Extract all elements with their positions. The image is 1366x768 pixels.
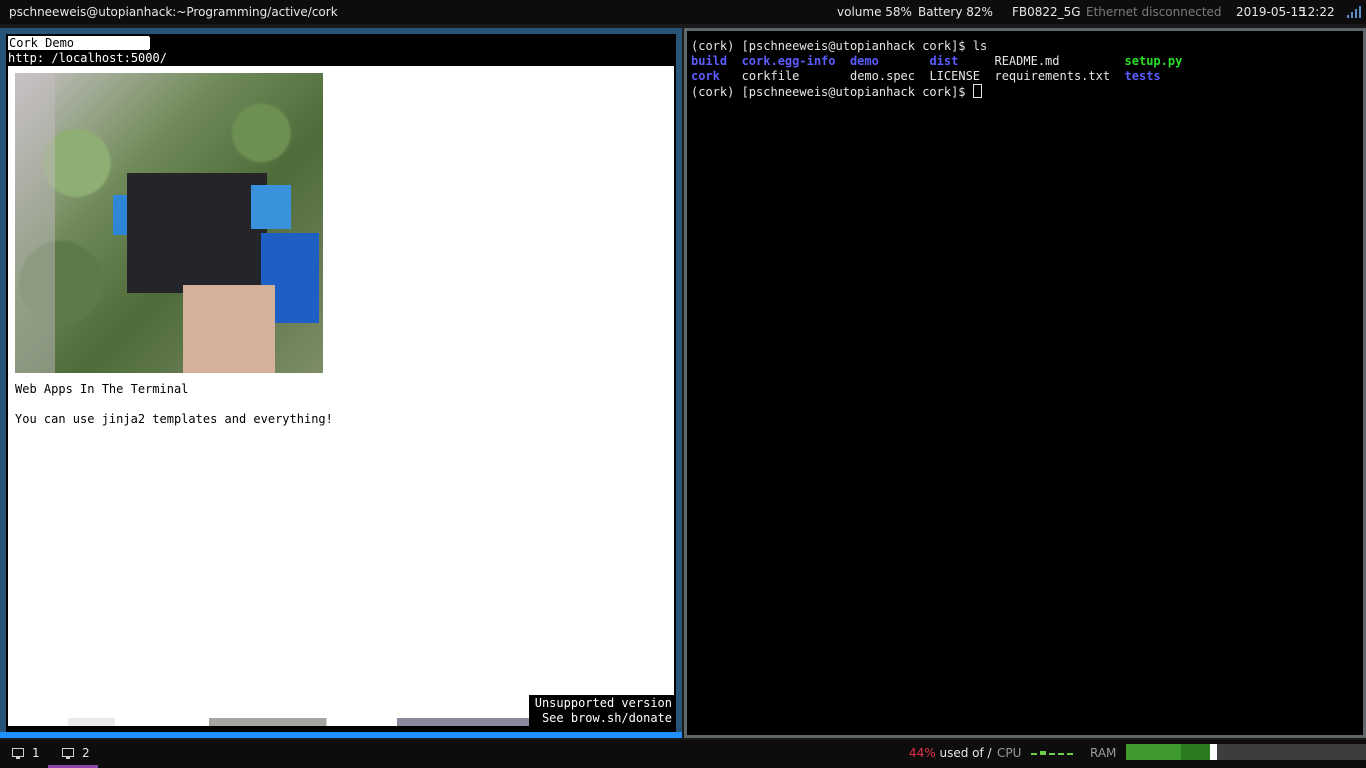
tab-cursor — [149, 37, 150, 49]
ls-row-2: cork corkfile demo.spec LICENSE requirem… — [691, 69, 1161, 84]
volume-status[interactable]: volume 58% — [837, 5, 912, 19]
unsupported-notice: Unsupported version See brow.sh/donate — [528, 695, 674, 726]
notice-line-1: Unsupported version — [534, 696, 672, 710]
ls-entry: dist — [929, 54, 959, 68]
disk-label: used of / — [935, 746, 992, 760]
ethernet-status: Ethernet disconnected — [1086, 5, 1222, 19]
terminal-line-1: (cork) [pschneeweis@utopianhack cork]$ l… — [691, 39, 987, 54]
disk-usage: 44% used of / — [909, 745, 992, 761]
desktop-icon — [12, 748, 24, 759]
ls-entry: cork — [691, 69, 720, 83]
page-viewport[interactable]: Web Apps In The Terminal You can use jin… — [8, 66, 674, 726]
image-strip — [68, 718, 538, 726]
ls-entry: cork.egg-info — [741, 54, 836, 68]
ls-entry: build — [691, 54, 728, 68]
ls-row-1: build cork.egg-info demo dist README.md … — [691, 54, 1182, 69]
focused-window-border — [0, 732, 682, 738]
ls-entry: demo.spec — [849, 69, 915, 83]
page-text: You can use jinja2 templates and everyth… — [15, 412, 333, 426]
clock: 12:22 — [1300, 5, 1335, 19]
hiker-photo — [15, 73, 323, 373]
prompt: (cork) [pschneeweis@utopianhack cork]$ — [691, 39, 973, 53]
disk-percent: 44% — [909, 746, 936, 760]
notice-line-2[interactable]: See brow.sh/donate — [535, 711, 672, 726]
ls-entry: README.md — [994, 54, 1060, 68]
tab-title[interactable]: Cork Demo — [8, 36, 149, 50]
workspace-2-label: 2 — [82, 746, 90, 760]
browser-window[interactable]: Cork Demo http: /localhost:5000/ Web App… — [0, 28, 682, 738]
wifi-status: FB0822_5G — [1012, 5, 1081, 19]
ls-entry: setup.py — [1124, 54, 1183, 68]
browser-frame: Cork Demo http: /localhost:5000/ Web App… — [6, 34, 676, 732]
ram-label: RAM — [1090, 746, 1117, 760]
top-status-bar: pschneeweis@utopianhack:~Programming/act… — [0, 0, 1366, 24]
ls-entry: LICENSE — [929, 69, 981, 83]
wifi-signal-icon — [1347, 6, 1361, 18]
ls-entry: requirements.txt — [994, 69, 1111, 83]
ram-fill — [1126, 744, 1181, 760]
ls-entry: demo — [849, 54, 879, 68]
terminal-window[interactable]: (cork) [pschneeweis@utopianhack cork]$ l… — [684, 28, 1366, 738]
desktop-icon — [62, 748, 74, 759]
workspace-1-button[interactable]: 1 — [12, 745, 40, 761]
page-heading: Web Apps In The Terminal — [15, 382, 189, 396]
bottom-status-bar: 1 2 44% used of / CPU RAM — [0, 740, 1366, 768]
workspace-2-button[interactable]: 2 — [62, 745, 90, 761]
prompt: (cork) [pschneeweis@utopianhack cork]$ — [691, 85, 973, 99]
workspace-1-label: 1 — [32, 746, 40, 760]
terminal-line-current: (cork) [pschneeweis@utopianhack cork]$ — [691, 84, 982, 100]
ram-marker — [1210, 744, 1217, 760]
cpu-label: CPU — [997, 746, 1022, 760]
url-bar[interactable]: http: /localhost:5000/ — [8, 51, 167, 66]
date: 2019-05-15 — [1236, 5, 1306, 19]
command: ls — [972, 39, 988, 53]
ram-fill-secondary — [1181, 744, 1210, 760]
terminal[interactable]: (cork) [pschneeweis@utopianhack cork]$ l… — [687, 31, 1363, 735]
window-title: pschneeweis@utopianhack:~Programming/act… — [9, 5, 338, 19]
battery-status: Battery 82% — [918, 5, 993, 19]
ls-entry: tests — [1124, 69, 1161, 83]
ls-entry: corkfile — [741, 69, 800, 83]
terminal-cursor — [972, 84, 982, 98]
ram-meter — [1126, 744, 1366, 760]
